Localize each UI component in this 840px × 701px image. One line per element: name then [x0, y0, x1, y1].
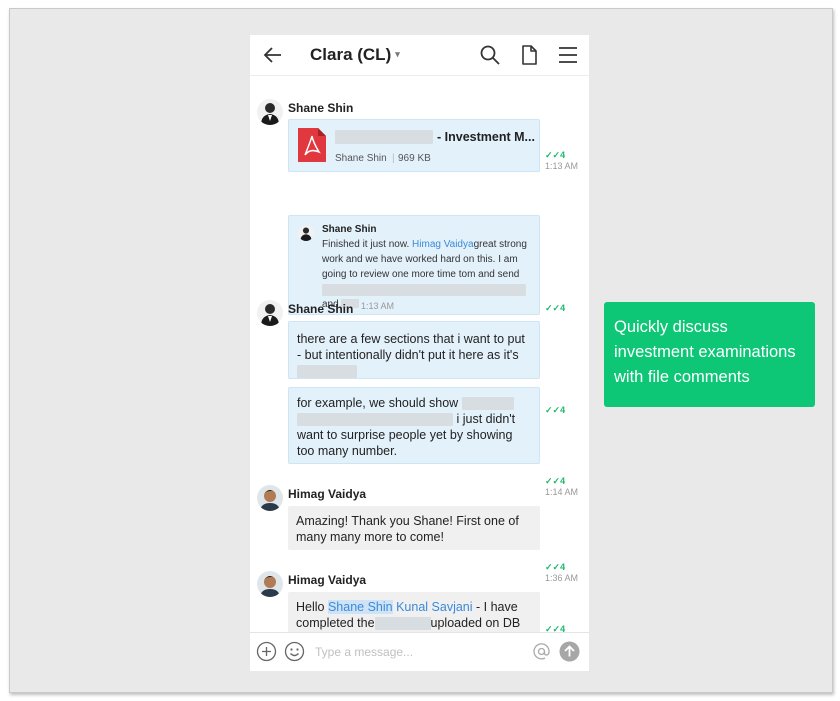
read-count: 4 [560, 562, 566, 572]
feature-callout: Quickly discuss investment examinations … [604, 302, 815, 407]
message-line: too many number. [297, 444, 398, 458]
read-count: 4 [560, 405, 566, 415]
chat-header: Clara (CL) ▾ [250, 35, 589, 76]
message-text: completed the [296, 616, 375, 630]
sender-name: Shane Shin [288, 101, 354, 115]
mention-link[interactable]: Kunal Savjani [396, 600, 472, 614]
read-check-icon: ✓✓ [545, 476, 561, 486]
read-count: 4 [560, 303, 566, 313]
read-count: 4 [560, 476, 566, 486]
redacted-text [297, 413, 453, 427]
read-receipt: ✓✓4 [545, 476, 565, 487]
message-line: - but intentionally didn't put it here a… [297, 348, 519, 362]
chevron-down-icon: ▾ [395, 49, 400, 59]
message-time: 1:14 AM [545, 487, 579, 497]
message-line: for example, we should show [297, 396, 459, 410]
message-time: 1:36 AM [545, 573, 579, 583]
chat-title[interactable]: Clara (CL) ▾ [310, 45, 400, 65]
mention-link[interactable]: Shane Shin [327, 600, 393, 614]
menu-icon[interactable] [557, 44, 579, 66]
read-receipt: ✓✓4 [545, 150, 565, 161]
redacted-text [297, 365, 357, 379]
read-receipt: ✓✓4 [545, 303, 565, 314]
search-icon[interactable] [479, 44, 501, 66]
sender-name: Shane Shin [288, 302, 354, 316]
message-bubble[interactable]: there are a few sections that i want to … [288, 321, 540, 379]
redacted-text [322, 284, 526, 296]
message-text: uploaded on DB [430, 616, 521, 630]
message-input[interactable]: Type a message... [315, 645, 413, 659]
message-line: many many more to come! [296, 530, 444, 544]
read-count: 4 [560, 624, 566, 632]
message-list[interactable]: Shane Shin - Investment M... Shane Shin … [250, 76, 589, 632]
pdf-icon [298, 128, 326, 162]
read-receipt: ✓✓4 [545, 562, 565, 573]
avatar[interactable] [257, 300, 283, 326]
back-arrow-icon[interactable] [262, 44, 284, 66]
file-attachment[interactable]: - Investment M... Shane Shin | 969 KB [288, 119, 540, 172]
at-icon[interactable] [532, 642, 551, 661]
message-bubble[interactable]: Hello Shane Shin Kunal Savjani - I have … [288, 592, 540, 632]
sender-name: Himag Vaidya [288, 487, 367, 501]
add-icon[interactable] [256, 641, 277, 662]
message-line: there are a few sections that i want to … [297, 332, 525, 346]
avatar-shane-icon [261, 103, 279, 125]
message-line: want to surprise people yet by showing [297, 428, 513, 442]
avatar-shane-icon [261, 304, 279, 326]
redacted-text [374, 617, 431, 631]
meta-divider: | [392, 153, 395, 164]
avatar-himag-icon [260, 576, 280, 597]
emoji-icon[interactable] [284, 641, 305, 662]
message-bubble[interactable]: Amazing! Thank you Shane! First one of m… [288, 506, 540, 550]
file-icon[interactable] [518, 44, 540, 66]
message-line: i just didn't [456, 412, 516, 426]
read-count: 4 [560, 150, 566, 160]
read-check-icon: ✓✓ [545, 150, 561, 160]
send-icon[interactable] [559, 641, 580, 662]
read-check-icon: ✓✓ [545, 303, 561, 313]
message-text: Hello [296, 600, 328, 614]
callout-line: with file comments [614, 368, 750, 386]
file-comment[interactable]: Shane Shin Finished it just now. Himag V… [288, 215, 540, 315]
comment-body: Finished it just now. Himag Vaidyagreat … [322, 237, 534, 282]
sender-name: Himag Vaidya [288, 573, 367, 587]
read-receipt: ✓✓4 [545, 405, 565, 416]
message-input-bar: Type a message... [250, 632, 589, 671]
read-check-icon: ✓✓ [545, 624, 561, 632]
message-time: 1:13 AM [545, 161, 579, 171]
avatar-shane-icon [300, 227, 312, 241]
avatar[interactable] [257, 485, 283, 511]
message-line: Amazing! Thank you Shane! First one of [296, 514, 519, 528]
message-text: - I have [472, 600, 518, 614]
comment-author: Shane Shin [322, 224, 377, 235]
chat-window: Clara (CL) ▾ Shane Shin - Investment M..… [250, 35, 589, 671]
avatar-himag-icon [260, 490, 280, 511]
mention-link[interactable]: Himag Vaidya [412, 239, 474, 250]
redacted-text [335, 130, 433, 144]
read-receipt: ✓✓4 [545, 624, 565, 632]
avatar[interactable] [257, 99, 283, 125]
callout-line: investment examinations [614, 343, 796, 361]
message-bubble[interactable]: for example, we should show i just didn'… [288, 387, 540, 464]
file-size: 969 KB [398, 153, 431, 164]
comment-time: 1:13 AM [361, 301, 395, 311]
callout-line: Quickly discuss [614, 318, 728, 336]
file-uploader: Shane Shin [335, 153, 387, 164]
chat-title-text: Clara (CL) [310, 45, 392, 64]
comment-text-pre: Finished it just now. [322, 239, 413, 250]
read-check-icon: ✓✓ [545, 405, 561, 415]
read-check-icon: ✓✓ [545, 562, 561, 572]
redacted-text [461, 397, 514, 411]
avatar [298, 225, 314, 241]
avatar[interactable] [257, 571, 283, 597]
file-name: - Investment M... [437, 130, 535, 144]
